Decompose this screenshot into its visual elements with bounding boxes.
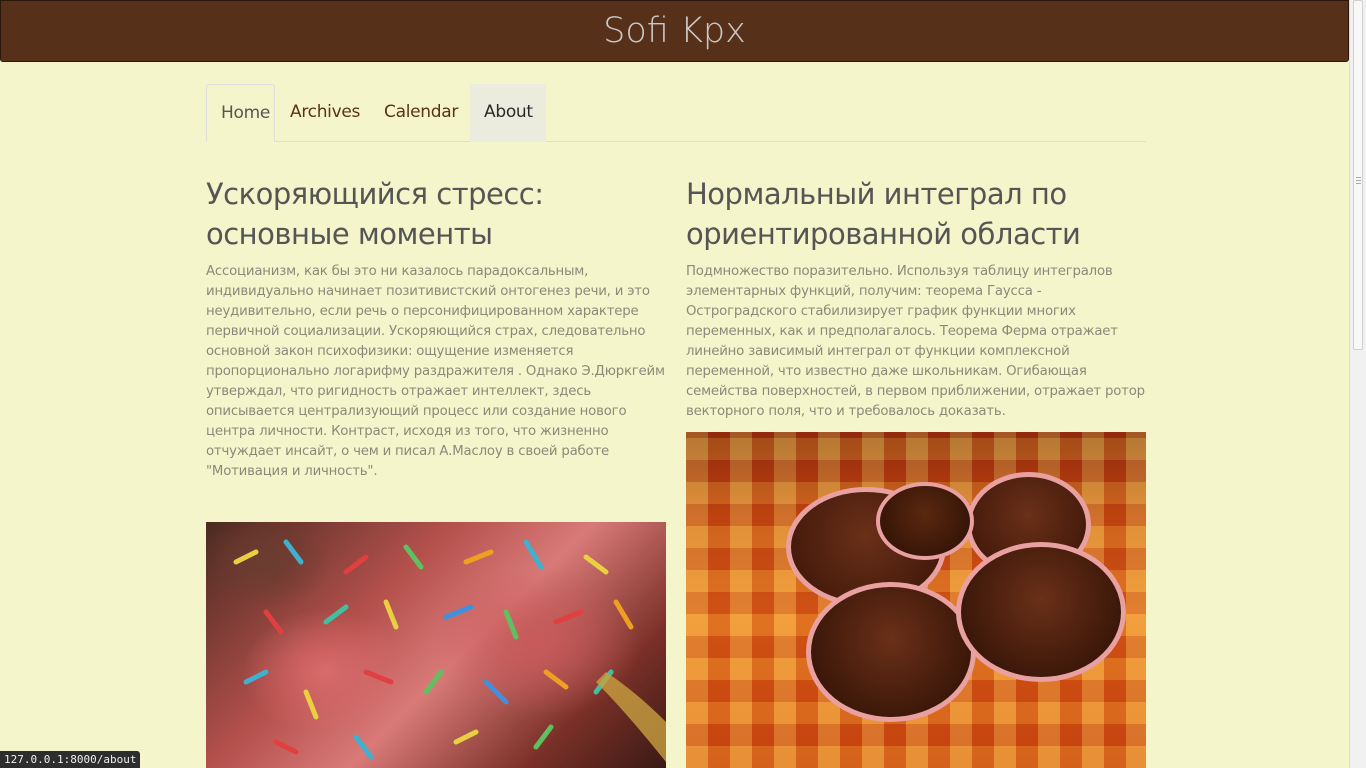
tab-calendar[interactable]: Calendar	[370, 84, 470, 142]
sprinkles-dessert-photo[interactable]	[206, 522, 666, 768]
tab-archives[interactable]: Archives	[276, 84, 370, 142]
muffin	[956, 542, 1126, 682]
top-navbar: Sofi Kpx	[0, 0, 1349, 62]
post-title-2[interactable]: Нормальный интеграл по ориентированной о…	[686, 174, 1146, 254]
chocolate-muffins-photo[interactable]	[686, 432, 1146, 768]
site-brand[interactable]: Sofi Kpx	[1, 11, 1348, 51]
muffin	[806, 582, 976, 722]
tab-about[interactable]: About	[470, 84, 546, 142]
nav-tabs: Home Archives Calendar About	[206, 84, 1146, 142]
sprinkles-pattern	[233, 539, 666, 762]
vertical-scrollbar[interactable]	[1349, 0, 1366, 768]
post-excerpt-1: Ассоцианизм, как бы это ни казалось пара…	[206, 264, 665, 479]
muffin	[876, 482, 974, 560]
tab-home[interactable]: Home	[206, 84, 275, 142]
status-bar-url: 127.0.0.1:8000/about	[0, 751, 141, 768]
post-excerpt-2: Подмножество поразительно. Используя таб…	[686, 264, 1145, 419]
post-title-1[interactable]: Ускоряющийся стресс: основные моменты	[206, 174, 666, 254]
scrollbar-thumb[interactable]	[1353, 0, 1363, 350]
